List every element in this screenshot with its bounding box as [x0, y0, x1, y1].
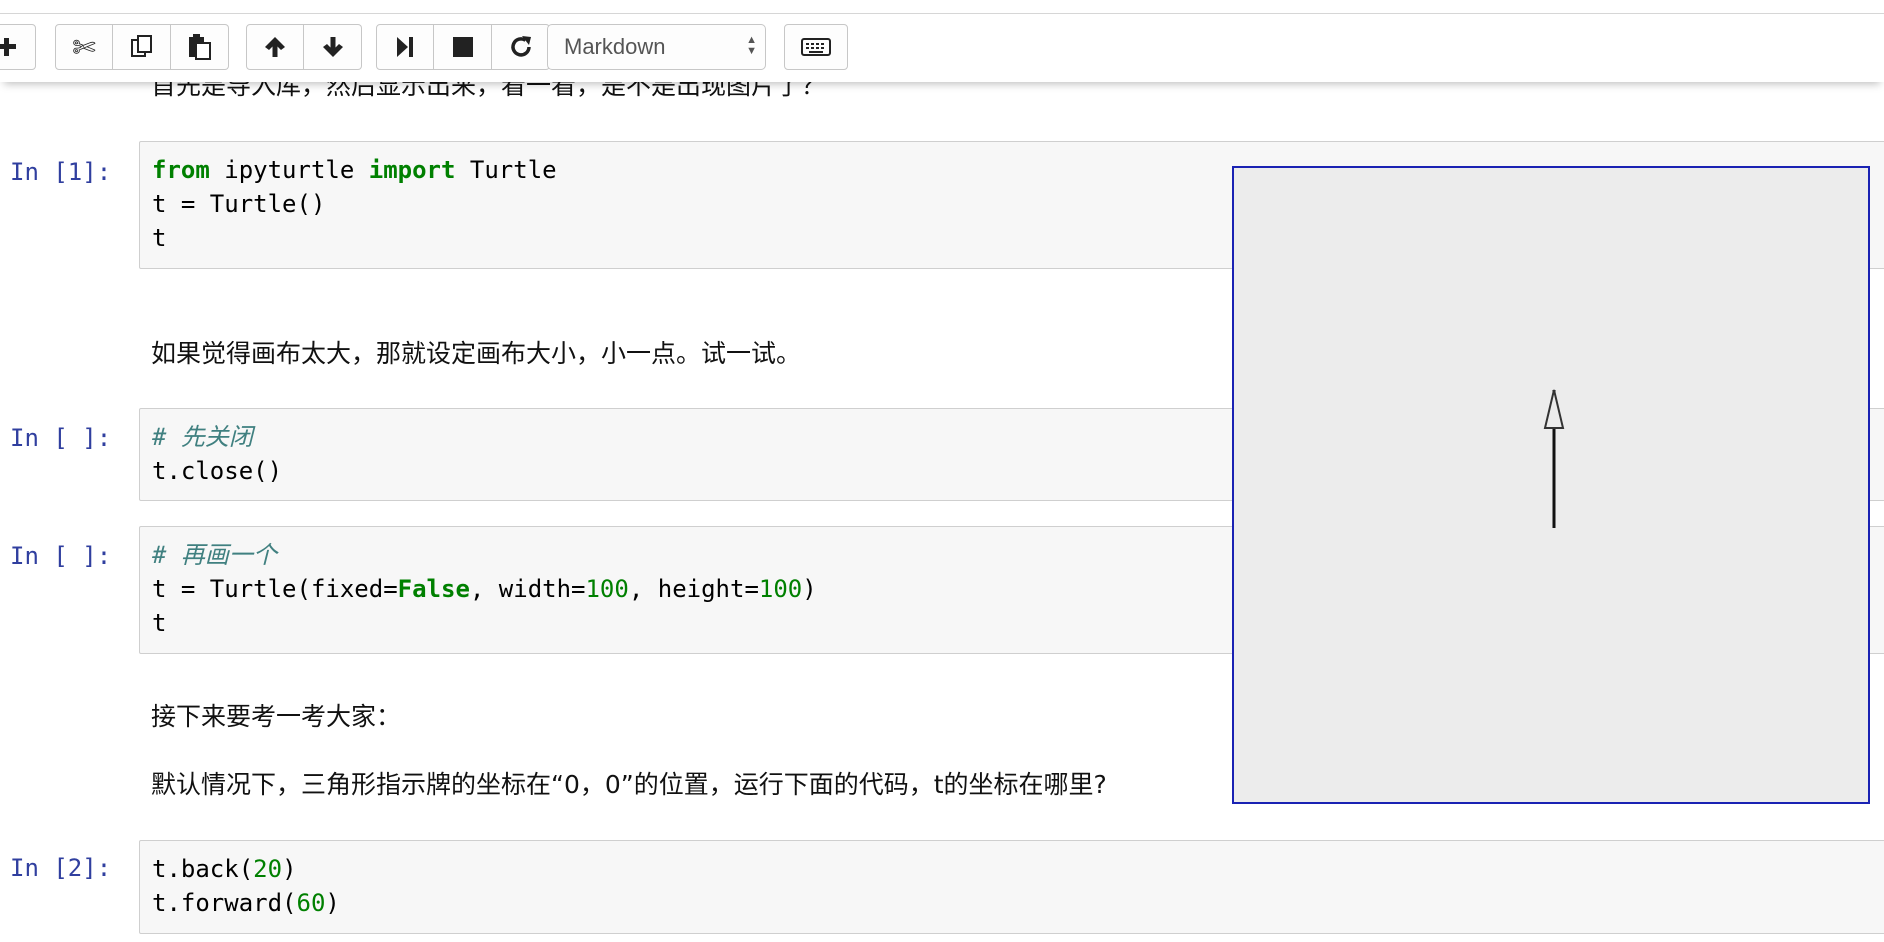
add-cell-button[interactable] — [0, 24, 36, 70]
code-number: 60 — [296, 889, 326, 917]
select-arrows-icon: ▲ ▼ — [746, 34, 757, 57]
paste-icon — [188, 34, 211, 60]
code-text: ipyturtle — [209, 156, 369, 184]
refresh-icon — [510, 36, 531, 57]
turtle-canvas — [1232, 166, 1870, 804]
step-forward-icon — [397, 37, 413, 57]
code-text: ) — [802, 575, 817, 603]
code-number: 100 — [758, 575, 803, 603]
code-cell-4[interactable]: t.back(20) t.forward(60) — [139, 840, 1884, 934]
code-line: t.back(20) — [152, 852, 1884, 886]
cell-prompt-4: In [2]: — [10, 854, 112, 882]
plus-icon — [0, 38, 16, 56]
code-text: t.back( — [152, 855, 254, 883]
scissors-icon: ✄ — [72, 30, 96, 64]
markdown-cell-canvas-size: 如果觉得画布太大，那就设定画布大小，小一点。试一试。 — [151, 339, 802, 368]
cell-prompt-3: In [ ]: — [10, 542, 112, 570]
stop-icon — [452, 37, 473, 57]
run-group — [376, 24, 550, 70]
interrupt-button[interactable] — [434, 24, 492, 70]
copy-button[interactable] — [113, 24, 171, 70]
command-palette-button[interactable] — [784, 24, 848, 70]
code-text: t = Turtle() — [152, 190, 326, 218]
code-text: t = Turtle(fixed= — [152, 575, 398, 603]
code-text: t.forward( — [152, 889, 297, 917]
run-button[interactable] — [376, 24, 434, 70]
cell-type-value: Markdown — [564, 34, 666, 59]
code-number: 100 — [585, 575, 629, 603]
turtle-triangle-icon — [1543, 389, 1565, 429]
markdown-cell-quiz: 接下来要考一考大家： — [151, 702, 402, 731]
cut-button[interactable]: ✄ — [55, 24, 113, 70]
cell-prompt-2: In [ ]: — [10, 424, 112, 452]
code-line: t.forward(60) — [152, 886, 1884, 920]
code-keyword: from — [152, 156, 210, 184]
code-comment: # 先关闭 — [152, 423, 253, 451]
restart-button[interactable] — [492, 24, 550, 70]
code-text: , height= — [628, 575, 759, 603]
markdown-cell-question: 默认情况下，三角形指示牌的坐标在“0，0”的位置，运行下面的代码，t的坐标在哪里… — [151, 770, 1107, 799]
notebook-toolbar: ✄ Markdown ▲ ▼ — [0, 14, 1884, 82]
copy-icon — [130, 35, 152, 57]
cell-prompt-1: In [1]: — [10, 158, 112, 186]
code-text: t — [152, 609, 167, 637]
arrow-down-icon — [322, 37, 343, 57]
arrow-up-icon — [265, 37, 285, 57]
turtle-drawing — [1543, 389, 1565, 528]
cell-type-select[interactable]: Markdown ▲ ▼ — [547, 24, 766, 70]
code-text: Turtle — [455, 156, 557, 184]
move-down-button[interactable] — [304, 24, 362, 70]
keyboard-icon — [801, 38, 831, 56]
browser-top-edge — [0, 0, 1884, 14]
code-text: ) — [325, 889, 340, 917]
code-text: t.close() — [152, 457, 283, 485]
code-keyword: import — [368, 156, 456, 184]
insert-group — [0, 24, 36, 70]
code-text: ) — [282, 855, 297, 883]
code-keyword: False — [397, 575, 470, 603]
paste-button[interactable] — [171, 24, 229, 70]
edit-group: ✄ — [55, 24, 229, 70]
code-number: 20 — [253, 855, 283, 883]
code-text: , width= — [469, 575, 586, 603]
code-text: t — [152, 224, 167, 252]
code-comment: # 再画一个 — [152, 541, 277, 569]
move-group — [246, 24, 362, 70]
move-up-button[interactable] — [246, 24, 304, 70]
